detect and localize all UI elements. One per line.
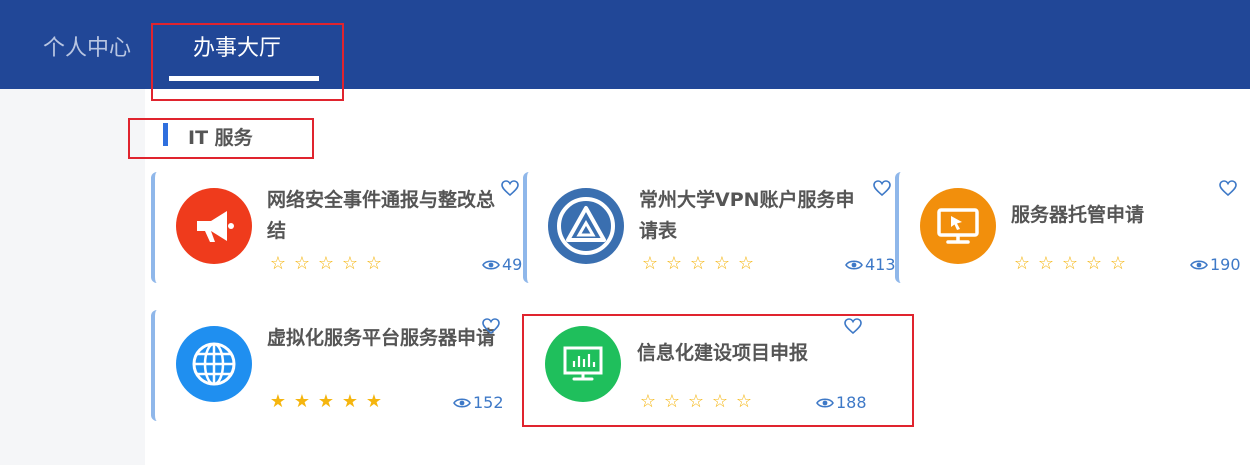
star-empty-icon: ☆ — [1109, 253, 1127, 274]
view-count-value: 49 — [502, 255, 523, 274]
rating-stars: ☆ ☆ ☆ ☆ ☆ — [641, 255, 755, 273]
service-card[interactable]: 虚拟化服务平台服务器申请 ★ ★ ★ ★ ★ 152 — [151, 310, 521, 421]
tab-personal-center[interactable]: 个人中心 — [43, 30, 131, 62]
service-card[interactable]: 服务器托管申请 ☆ ☆ ☆ ☆ ☆ 190 — [895, 172, 1241, 283]
view-count: 413 — [845, 255, 896, 274]
globe-icon — [176, 326, 252, 402]
star-empty-icon: ☆ — [365, 253, 383, 274]
view-count-value: 190 — [1210, 255, 1241, 274]
star-empty-icon: ☆ — [1085, 253, 1103, 274]
card-title[interactable]: 服务器托管申请 — [1011, 200, 1245, 231]
megaphone-icon — [176, 188, 252, 264]
star-empty-icon: ☆ — [293, 253, 311, 274]
rating-stars: ☆ ☆ ☆ ☆ ☆ — [269, 255, 383, 273]
view-count-value: 152 — [473, 393, 504, 412]
star-filled-icon: ★ — [269, 391, 287, 412]
star-empty-icon: ☆ — [665, 253, 683, 274]
star-empty-icon: ☆ — [713, 253, 731, 274]
card-title[interactable]: 虚拟化服务平台服务器申请 — [267, 323, 501, 354]
star-empty-icon: ☆ — [341, 253, 359, 274]
card-title[interactable]: 网络安全事件通报与整改总结 — [267, 185, 501, 247]
star-filled-icon: ★ — [317, 391, 335, 412]
eye-icon — [453, 397, 471, 408]
rating-stars: ☆ ☆ ☆ ☆ ☆ — [1013, 255, 1127, 273]
view-count-value: 413 — [865, 255, 896, 274]
star-empty-icon: ☆ — [1061, 253, 1079, 274]
service-card[interactable]: 常州大学VPN账户服务申请表 ☆ ☆ ☆ ☆ ☆ 413 — [523, 172, 896, 283]
heart-icon[interactable] — [482, 318, 500, 334]
star-empty-icon: ☆ — [641, 253, 659, 274]
heart-icon[interactable] — [873, 180, 891, 196]
star-empty-icon: ☆ — [737, 253, 755, 274]
heart-icon[interactable] — [501, 180, 519, 196]
eye-icon — [1190, 259, 1208, 270]
star-empty-icon: ☆ — [1013, 253, 1031, 274]
rating-stars: ★ ★ ★ ★ ★ — [269, 393, 383, 411]
view-count: 152 — [453, 393, 504, 412]
star-filled-icon: ★ — [293, 391, 311, 412]
annotation-box — [128, 118, 314, 159]
star-empty-icon: ☆ — [689, 253, 707, 274]
view-count: 49 — [482, 255, 522, 274]
eye-icon — [845, 259, 863, 270]
annotation-box — [151, 23, 344, 101]
star-filled-icon: ★ — [365, 391, 383, 412]
star-empty-icon: ☆ — [269, 253, 287, 274]
star-empty-icon: ☆ — [1037, 253, 1055, 274]
star-filled-icon: ★ — [341, 391, 359, 412]
annotation-box — [522, 314, 914, 427]
card-title[interactable]: 常州大学VPN账户服务申请表 — [639, 185, 873, 247]
heart-icon[interactable] — [1219, 180, 1237, 196]
monitor-cursor-icon — [920, 188, 996, 264]
service-card[interactable]: 网络安全事件通报与整改总结 ☆ ☆ ☆ ☆ ☆ 49 — [151, 172, 522, 283]
eye-icon — [482, 259, 500, 270]
view-count: 190 — [1190, 255, 1241, 274]
star-empty-icon: ☆ — [317, 253, 335, 274]
triangle-logo-icon — [548, 188, 624, 264]
